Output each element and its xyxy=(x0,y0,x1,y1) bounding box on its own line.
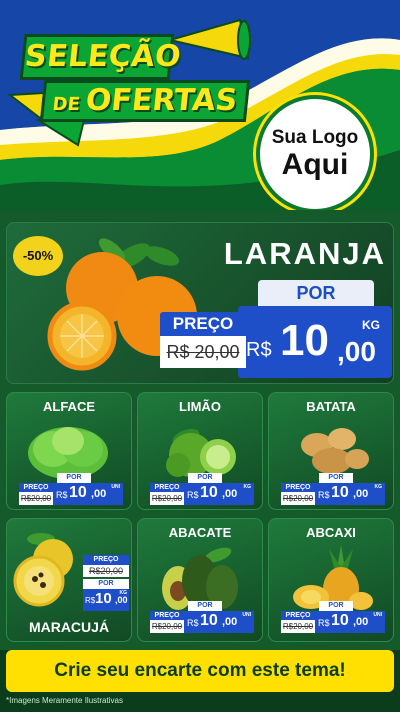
unit: KG xyxy=(374,484,383,490)
old-price: R$20,00 xyxy=(281,620,315,633)
featured-old-price-tag: PREÇO R$ 20,00 xyxy=(160,312,246,368)
lettuce-image xyxy=(28,427,108,479)
new-price-box: R$ 10 ,00 KG xyxy=(184,483,254,505)
currency: R$ xyxy=(318,618,330,628)
featured-preco-label: PREÇO xyxy=(160,312,246,336)
product-card-alface[interactable]: ALFACE POR PREÇO R$20,00 R$ 10 ,00 UNI xyxy=(6,392,132,510)
old-price-box: PREÇO R$20,00 xyxy=(19,483,53,505)
old-price: R$20,00 xyxy=(150,492,184,505)
price-int: 10 xyxy=(95,590,112,607)
featured-product-name: LARANJA xyxy=(223,236,386,271)
price-int: 10 xyxy=(69,484,87,501)
logo-placeholder[interactable]: Sua Logo Aqui xyxy=(256,95,374,213)
price-dec: ,00 xyxy=(222,488,238,500)
price-int: 10 xyxy=(331,484,349,501)
unit: UNI xyxy=(373,612,382,618)
new-price-box: R$ 10 ,00 UNI xyxy=(315,611,385,633)
new-price-box: R$ 10 ,00 UNI xyxy=(184,611,254,633)
product-name: ABCAXI xyxy=(306,525,356,540)
disclaimer-text: *Imagens Meramente Ilustrativas xyxy=(6,696,123,705)
featured-old-price: R$ 20,00 xyxy=(160,336,246,368)
price-tag: POR PREÇO R$20,00 R$ 10 ,00 UNI xyxy=(19,473,123,505)
discount-badge: -50% xyxy=(13,236,63,276)
featured-price-dec: ,00 xyxy=(337,336,376,367)
price-dec: ,00 xyxy=(222,616,238,628)
price-dec: ,00 xyxy=(115,595,128,605)
por-label: POR xyxy=(83,579,129,589)
title-de: DE xyxy=(51,94,81,115)
currency: R$ xyxy=(85,596,96,605)
product-card-limao[interactable]: LIMÃO POR PREÇO R$20,00 R$ 10 ,00 KG xyxy=(137,392,263,510)
logo-text-line1: Sua Logo xyxy=(271,127,359,148)
title-ofertas: OFERTAS xyxy=(84,83,239,118)
preco-label: PREÇO xyxy=(150,611,184,620)
unit: KG xyxy=(243,484,252,490)
product-name: MARACUJÁ xyxy=(28,619,110,635)
product-name: ALFACE xyxy=(43,399,95,414)
logo-text-line2: Aqui xyxy=(281,148,349,181)
price-int: 10 xyxy=(331,612,349,629)
unit: UNI xyxy=(242,612,251,618)
product-card-batata[interactable]: BATATA POR PREÇO R$20,00 R$ 10 ,00 KG xyxy=(268,392,394,510)
product-name: BATATA xyxy=(306,399,356,414)
passion-fruit-image xyxy=(13,533,73,607)
preco-label: PREÇO xyxy=(83,555,129,565)
old-price-box: PREÇO R$20,00 xyxy=(150,611,184,633)
preco-label: PREÇO xyxy=(281,611,315,620)
product-name: ABACATE xyxy=(168,525,232,540)
price-tag: POR PREÇO R$20,00 R$ 10 ,00 UNI xyxy=(281,601,385,633)
header-banner: SELEÇÃO DE OFERTAS Sua Logo Aqui xyxy=(0,0,400,220)
price-tag: POR PREÇO R$20,00 R$ 10 ,00 UNI xyxy=(150,601,254,633)
unit: KG xyxy=(119,590,128,596)
lemon-image xyxy=(166,428,236,477)
price-int: 10 xyxy=(200,484,218,501)
currency: R$ xyxy=(187,490,199,500)
por-label: POR xyxy=(319,473,353,483)
price-dec: ,00 xyxy=(353,616,369,628)
new-price-box: R$ 10 ,00 KG xyxy=(315,483,385,505)
old-price: R$20,00 xyxy=(150,620,184,633)
product-name: LIMÃO xyxy=(179,399,221,414)
currency: R$ xyxy=(318,490,330,500)
unit: UNI xyxy=(111,484,120,490)
product-card-abacate[interactable]: ABACATE POR PREÇO R$20,00 R$ 10 ,00 UNI xyxy=(137,518,263,642)
price-dec: ,00 xyxy=(353,488,369,500)
featured-unit: KG xyxy=(362,318,380,332)
por-label: POR xyxy=(188,601,222,611)
featured-por-label: POR xyxy=(258,280,374,306)
por-label: POR xyxy=(57,473,91,483)
product-card-maracuja[interactable]: PREÇO R$20,00 POR R$ 10 ,00 KG MARACUJÁ xyxy=(6,518,132,642)
product-card-abacaxi[interactable]: ABCAXI POR PREÇO R$20,00 R$ 10 ,00 UNI xyxy=(268,518,394,642)
old-price-box: PREÇO R$20,00 xyxy=(150,483,184,505)
title-de-ofertas: DE OFERTAS xyxy=(39,80,251,122)
preco-label: PREÇO xyxy=(19,483,53,492)
por-label: POR xyxy=(188,473,222,483)
title-selecao: SELEÇÃO xyxy=(19,34,183,80)
currency: R$ xyxy=(187,618,199,628)
preco-label: PREÇO xyxy=(281,483,315,492)
featured-currency: R$ xyxy=(246,339,272,361)
currency: R$ xyxy=(56,490,68,500)
old-price: R$20,00 xyxy=(83,565,129,577)
price-dec: ,00 xyxy=(91,488,107,500)
featured-price-tag: R$ 10 ,00 KG xyxy=(238,306,392,378)
old-price-box: PREÇO R$20,00 xyxy=(281,483,315,505)
price-tag: PREÇO R$20,00 POR R$ 10 ,00 KG xyxy=(83,555,129,611)
por-label: POR xyxy=(319,601,353,611)
new-price-box: R$ 10 ,00 KG xyxy=(83,589,129,611)
price-tag: POR PREÇO R$20,00 R$ 10 ,00 KG xyxy=(150,473,254,505)
cta-banner[interactable]: Crie seu encarte com este tema! xyxy=(6,650,394,692)
old-price: R$20,00 xyxy=(281,492,315,505)
price-int: 10 xyxy=(200,612,218,629)
preco-label: PREÇO xyxy=(150,483,184,492)
old-price: R$20,00 xyxy=(19,492,53,505)
potato-image xyxy=(301,428,369,474)
new-price-box: R$ 10 ,00 UNI xyxy=(53,483,123,505)
featured-price-int: 10 xyxy=(280,316,329,365)
old-price-box: PREÇO R$20,00 xyxy=(281,611,315,633)
price-tag: POR PREÇO R$20,00 R$ 10 ,00 KG xyxy=(281,473,385,505)
